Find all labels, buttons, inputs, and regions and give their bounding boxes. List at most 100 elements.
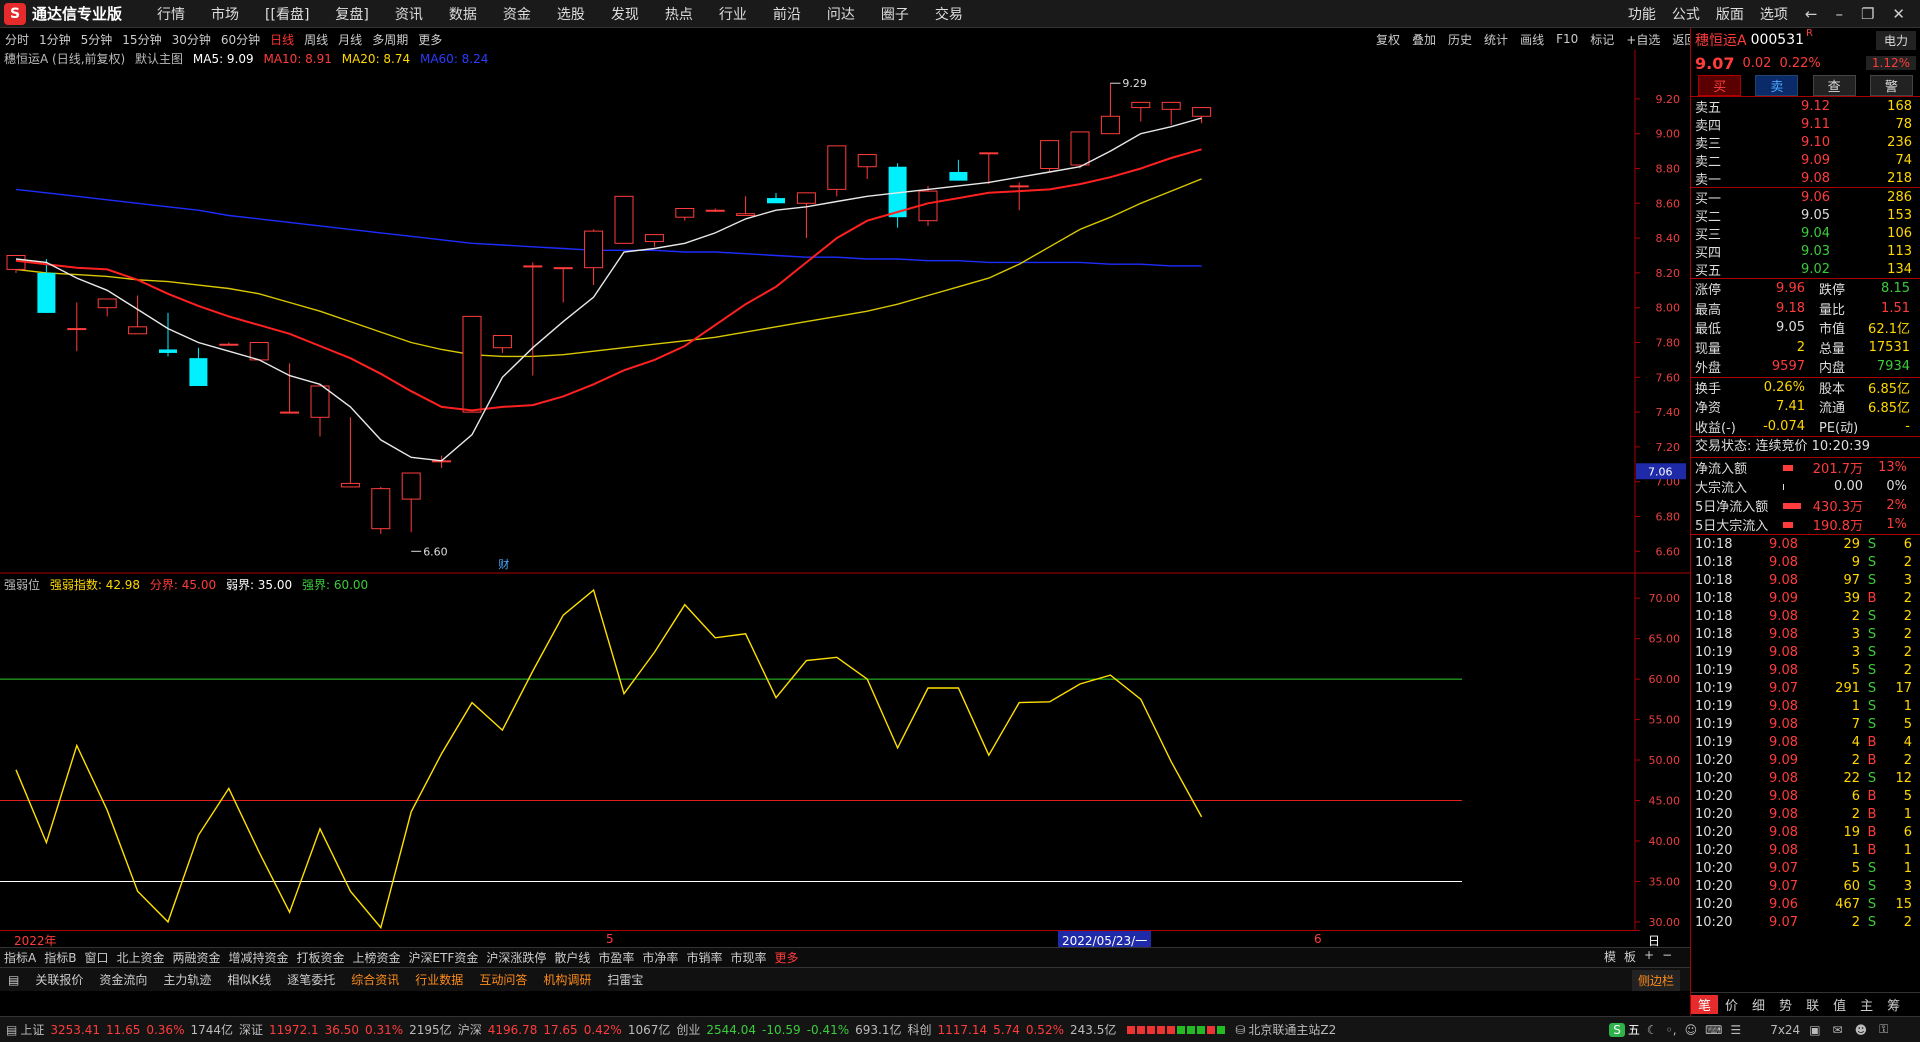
- punctuation-icon[interactable]: ◦,: [1662, 1023, 1681, 1037]
- info-tab[interactable]: 机构调研: [535, 971, 599, 988]
- info-tab[interactable]: 资金流向: [91, 971, 155, 988]
- kline-chart[interactable]: 9.20 9.00 8.80 8.60 8.40 8.20 8.00 7.80 7.60 7.40…: [0, 50, 1690, 930]
- indicator-tab[interactable]: 沪深涨跌停: [482, 949, 550, 966]
- book-row[interactable]: 买二 9.05 153: [1691, 206, 1920, 225]
- tool-7[interactable]: +自选: [1620, 31, 1666, 48]
- tool-3[interactable]: 统计: [1478, 31, 1514, 48]
- sidebar-toggle-button[interactable]: 侧边栏: [1632, 970, 1681, 991]
- indicator-tab[interactable]: 市净率: [638, 949, 682, 966]
- panel-tab[interactable]: 主: [1853, 995, 1880, 1014]
- cy-label[interactable]: 创业: [673, 1021, 703, 1038]
- tool-4[interactable]: 画线: [1514, 31, 1550, 48]
- book-row[interactable]: 卖三 9.10 236: [1691, 133, 1920, 152]
- hs-label[interactable]: 沪深: [455, 1021, 485, 1038]
- tick-list[interactable]: 10:18 9.08 29 S 6 10:18 9.08 9 S 2 10:18 9.08 97 S 3 10…: [1691, 535, 1920, 931]
- tool-5[interactable]: F10: [1550, 32, 1584, 46]
- finance-marker[interactable]: 财: [498, 557, 509, 571]
- menu-item[interactable]: 复盘]: [322, 4, 381, 24]
- sh-label[interactable]: 上证: [17, 1021, 47, 1038]
- panel-tab[interactable]: 笔: [1691, 995, 1719, 1014]
- menu-item[interactable]: 交易: [922, 4, 976, 24]
- menu-item[interactable]: 选股: [544, 4, 598, 24]
- tool-0[interactable]: 复权: [1370, 31, 1406, 48]
- zoom-out-button[interactable]: −: [1658, 948, 1676, 965]
- news-icon[interactable]: ▣: [1803, 1023, 1826, 1037]
- menu-item[interactable]: 数据: [436, 4, 490, 24]
- indicator-tab[interactable]: 更多: [770, 949, 802, 966]
- indicator-tab[interactable]: 两融资金: [168, 949, 224, 966]
- kc-label[interactable]: 科创: [905, 1021, 935, 1038]
- info-tab[interactable]: 行业数据: [407, 971, 471, 988]
- news-7x24[interactable]: 7x24: [1767, 1023, 1803, 1037]
- book-row[interactable]: 买四 9.03 113: [1691, 242, 1920, 261]
- book-row[interactable]: 买一 9.06 286: [1691, 188, 1920, 207]
- period-0[interactable]: 分时: [0, 31, 34, 48]
- tab-template[interactable]: 模: [1600, 948, 1620, 965]
- sell-button[interactable]: 卖: [1755, 74, 1799, 96]
- period-5[interactable]: 60分钟: [216, 31, 265, 48]
- indicator-tab[interactable]: 沪深ETF资金: [405, 949, 483, 966]
- period-10[interactable]: 更多: [413, 31, 447, 48]
- info-tab[interactable]: 综合资讯: [343, 971, 407, 988]
- menu-formula[interactable]: 公式: [1664, 4, 1708, 24]
- menu-item[interactable]: 圈子: [868, 4, 922, 24]
- period-1[interactable]: 1分钟: [34, 31, 76, 48]
- menu-function[interactable]: 功能: [1620, 4, 1664, 24]
- period-6[interactable]: 日线: [265, 31, 299, 48]
- indicator-tab[interactable]: 市销率: [682, 949, 726, 966]
- period-3[interactable]: 15分钟: [117, 31, 166, 48]
- info-tab[interactable]: 关联报价: [27, 971, 91, 988]
- indicator-tab[interactable]: 增减持资金: [225, 949, 293, 966]
- sz-label[interactable]: 深证: [236, 1021, 266, 1038]
- tool-6[interactable]: 标记: [1584, 31, 1620, 48]
- indicator-tab[interactable]: 打板资金: [293, 949, 349, 966]
- panel-tab[interactable]: 细: [1745, 995, 1772, 1014]
- tab-board[interactable]: 板: [1620, 948, 1640, 965]
- period-7[interactable]: 周线: [299, 31, 333, 48]
- menu-item[interactable]: 资讯: [382, 4, 436, 24]
- info-tab[interactable]: 相似K线: [219, 971, 279, 988]
- indicator-tab[interactable]: 指标B: [40, 949, 80, 966]
- zoom-in-button[interactable]: +: [1640, 948, 1658, 965]
- query-button[interactable]: 查: [1812, 74, 1856, 96]
- ime-mode[interactable]: 五: [1625, 1021, 1643, 1038]
- indicator-tab[interactable]: 上榜资金: [349, 949, 405, 966]
- panel-tab[interactable]: 势: [1772, 995, 1799, 1014]
- sector-tag[interactable]: 电力: [1875, 30, 1916, 50]
- panel-tab[interactable]: 价: [1718, 995, 1745, 1014]
- keyboard-icon[interactable]: ⌨: [1701, 1023, 1726, 1037]
- alert-button[interactable]: 警: [1869, 74, 1913, 96]
- indicator-tab[interactable]: 散户线: [550, 949, 594, 966]
- info-tab[interactable]: 主力轨迹: [155, 971, 219, 988]
- emoji-icon[interactable]: ☺: [1681, 1023, 1702, 1037]
- book-row[interactable]: 卖二 9.09 74: [1691, 151, 1920, 170]
- menu-item[interactable]: 发现: [598, 4, 652, 24]
- info-tab[interactable]: 互动问答: [471, 971, 535, 988]
- indicator-tab[interactable]: 市现率: [726, 949, 770, 966]
- period-4[interactable]: 30分钟: [167, 31, 216, 48]
- menu-item[interactable]: 市场: [198, 4, 252, 24]
- book-row[interactable]: 买五 9.02 134: [1691, 260, 1920, 279]
- indicator-tab[interactable]: 指标A: [0, 949, 40, 966]
- tool-1[interactable]: 叠加: [1406, 31, 1442, 48]
- panel-tab[interactable]: 联: [1799, 995, 1826, 1014]
- sh-menu-icon[interactable]: ▤: [0, 1023, 17, 1037]
- menu-options[interactable]: 选项: [1752, 4, 1796, 24]
- server-name[interactable]: 北京联通主站Z2: [1245, 1021, 1339, 1038]
- menu-item[interactable]: 问达: [814, 4, 868, 24]
- tool-2[interactable]: 历史: [1442, 31, 1478, 48]
- menu-item[interactable]: [[看盘]: [252, 4, 322, 24]
- buy-button[interactable]: 买: [1698, 74, 1742, 96]
- menu-layout[interactable]: 版面: [1708, 4, 1752, 24]
- moon-icon[interactable]: ☾: [1643, 1023, 1662, 1037]
- menu-item[interactable]: 前沿: [760, 4, 814, 24]
- book-row[interactable]: 卖五 9.12 168: [1691, 97, 1920, 116]
- panel-tab[interactable]: 筹: [1880, 995, 1907, 1014]
- close-icon[interactable]: ✕: [1883, 5, 1914, 23]
- menu-item[interactable]: 行情: [144, 4, 198, 24]
- info-tab[interactable]: 逐笔委托: [279, 971, 343, 988]
- minimize-icon[interactable]: –: [1826, 5, 1852, 23]
- panel-tab[interactable]: 值: [1826, 995, 1853, 1014]
- menu-item[interactable]: 资金: [490, 4, 544, 24]
- info-tab[interactable]: 扫雷宝: [599, 971, 651, 988]
